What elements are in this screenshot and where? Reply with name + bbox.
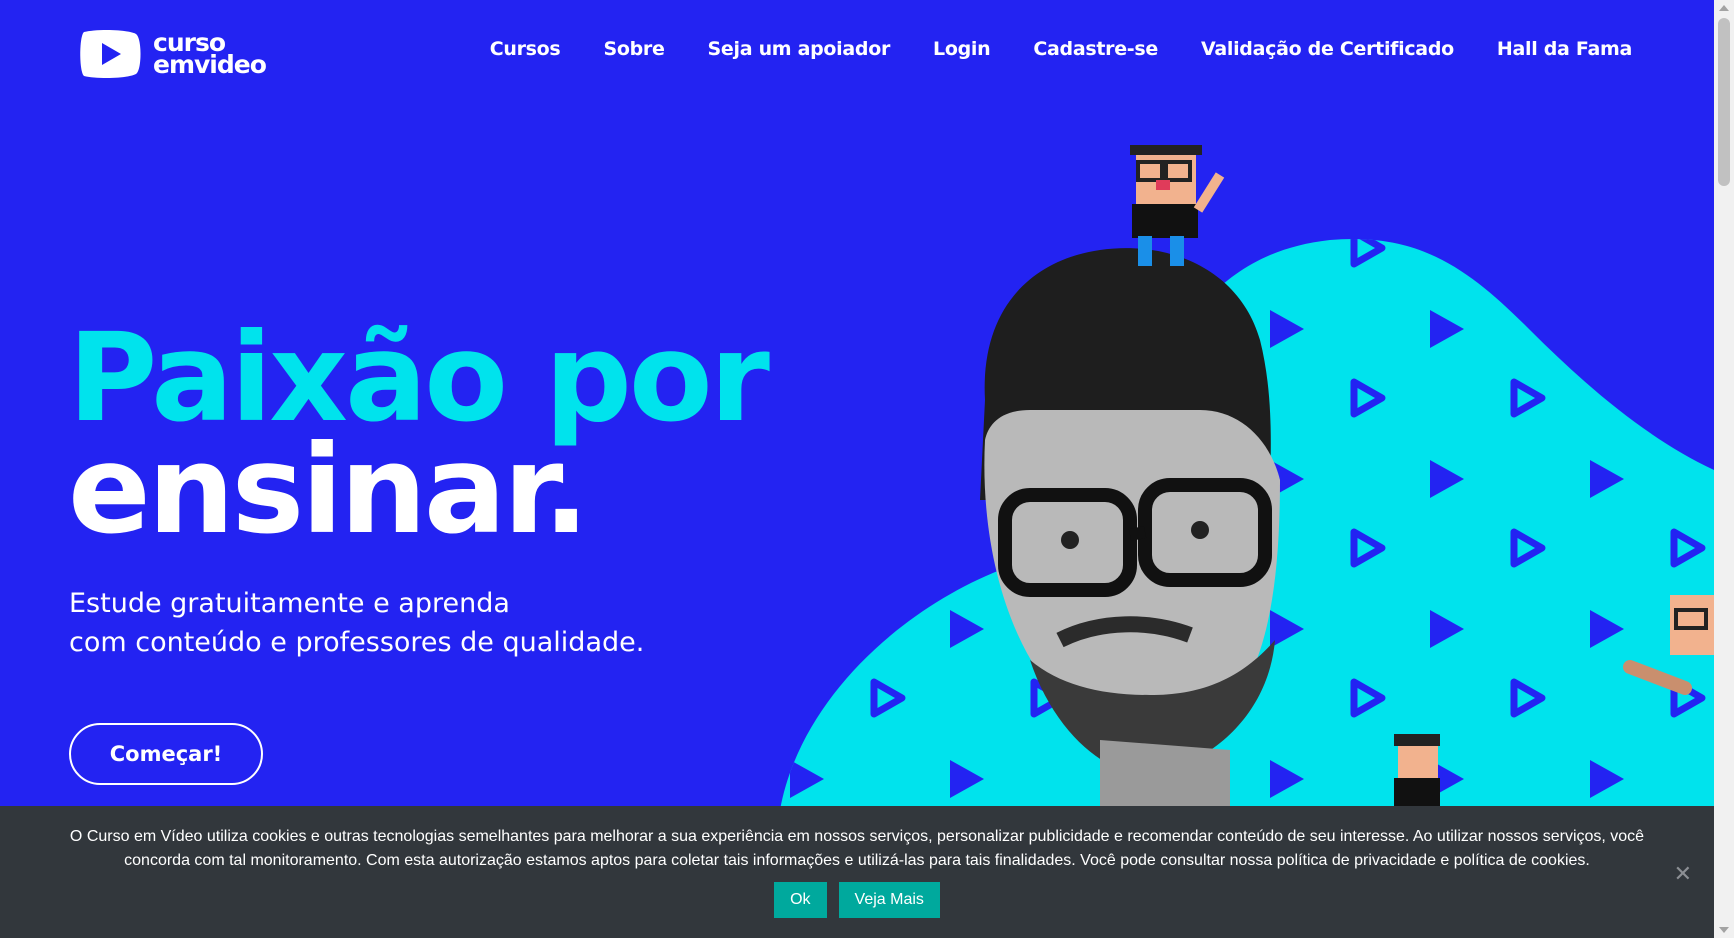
- nav-apoiador[interactable]: Seja um apoiador: [708, 38, 891, 60]
- cookie-ok-button[interactable]: Ok: [774, 882, 827, 918]
- pixel-mascot-bottom: [1394, 734, 1440, 810]
- nav-hall-da-fama[interactable]: Hall da Fama: [1497, 38, 1632, 60]
- cookie-banner: O Curso em Vídeo utiliza cookies e outra…: [0, 806, 1714, 938]
- pixel-mascot-top: [1130, 145, 1225, 266]
- site-logo[interactable]: curso emvideo: [78, 26, 288, 82]
- hero-subtitle: Estude gratuitamente e aprenda com conte…: [69, 584, 644, 662]
- nav-login[interactable]: Login: [933, 38, 991, 60]
- page: curso emvideo Cursos Sobre Seja um apoia…: [0, 0, 1714, 938]
- scroll-up-icon[interactable]: [1719, 5, 1729, 11]
- scroll-thumb[interactable]: [1718, 18, 1730, 186]
- hero-subtitle-line-1: Estude gratuitamente e aprenda: [69, 588, 510, 619]
- cookie-notice-text: O Curso em Vídeo utiliza cookies e outra…: [69, 828, 1645, 869]
- scroll-down-icon[interactable]: [1719, 927, 1729, 933]
- hero-illustration: [780, 145, 1714, 810]
- hero-subtitle-line-2: com conteúdo e professores de qualidade.: [69, 627, 645, 658]
- hero-title-line-2: ensinar.: [68, 419, 589, 561]
- page-scrollbar[interactable]: [1714, 0, 1734, 938]
- cookie-more-button[interactable]: Veja Mais: [838, 882, 940, 918]
- start-button[interactable]: Começar!: [69, 723, 263, 785]
- nav-sobre[interactable]: Sobre: [603, 38, 664, 60]
- main-nav: Cursos Sobre Seja um apoiador Login Cada…: [447, 38, 1633, 60]
- hero-title-line-1: Paixão por: [68, 307, 770, 449]
- nav-cadastre[interactable]: Cadastre-se: [1033, 38, 1158, 60]
- close-icon[interactable]: ✕: [1674, 862, 1692, 887]
- nav-cursos[interactable]: Cursos: [490, 38, 561, 60]
- logo-line-2: emvideo: [153, 50, 267, 79]
- play-logo-icon: [80, 29, 141, 79]
- logo-wordmark: curso emvideo: [153, 30, 267, 79]
- teacher-portrait: [980, 248, 1280, 810]
- cookie-buttons: Ok Veja Mais: [0, 882, 1714, 918]
- hero-title: Paixão por ensinar.: [68, 307, 770, 561]
- nav-validacao-certificado[interactable]: Validação de Certificado: [1201, 38, 1454, 60]
